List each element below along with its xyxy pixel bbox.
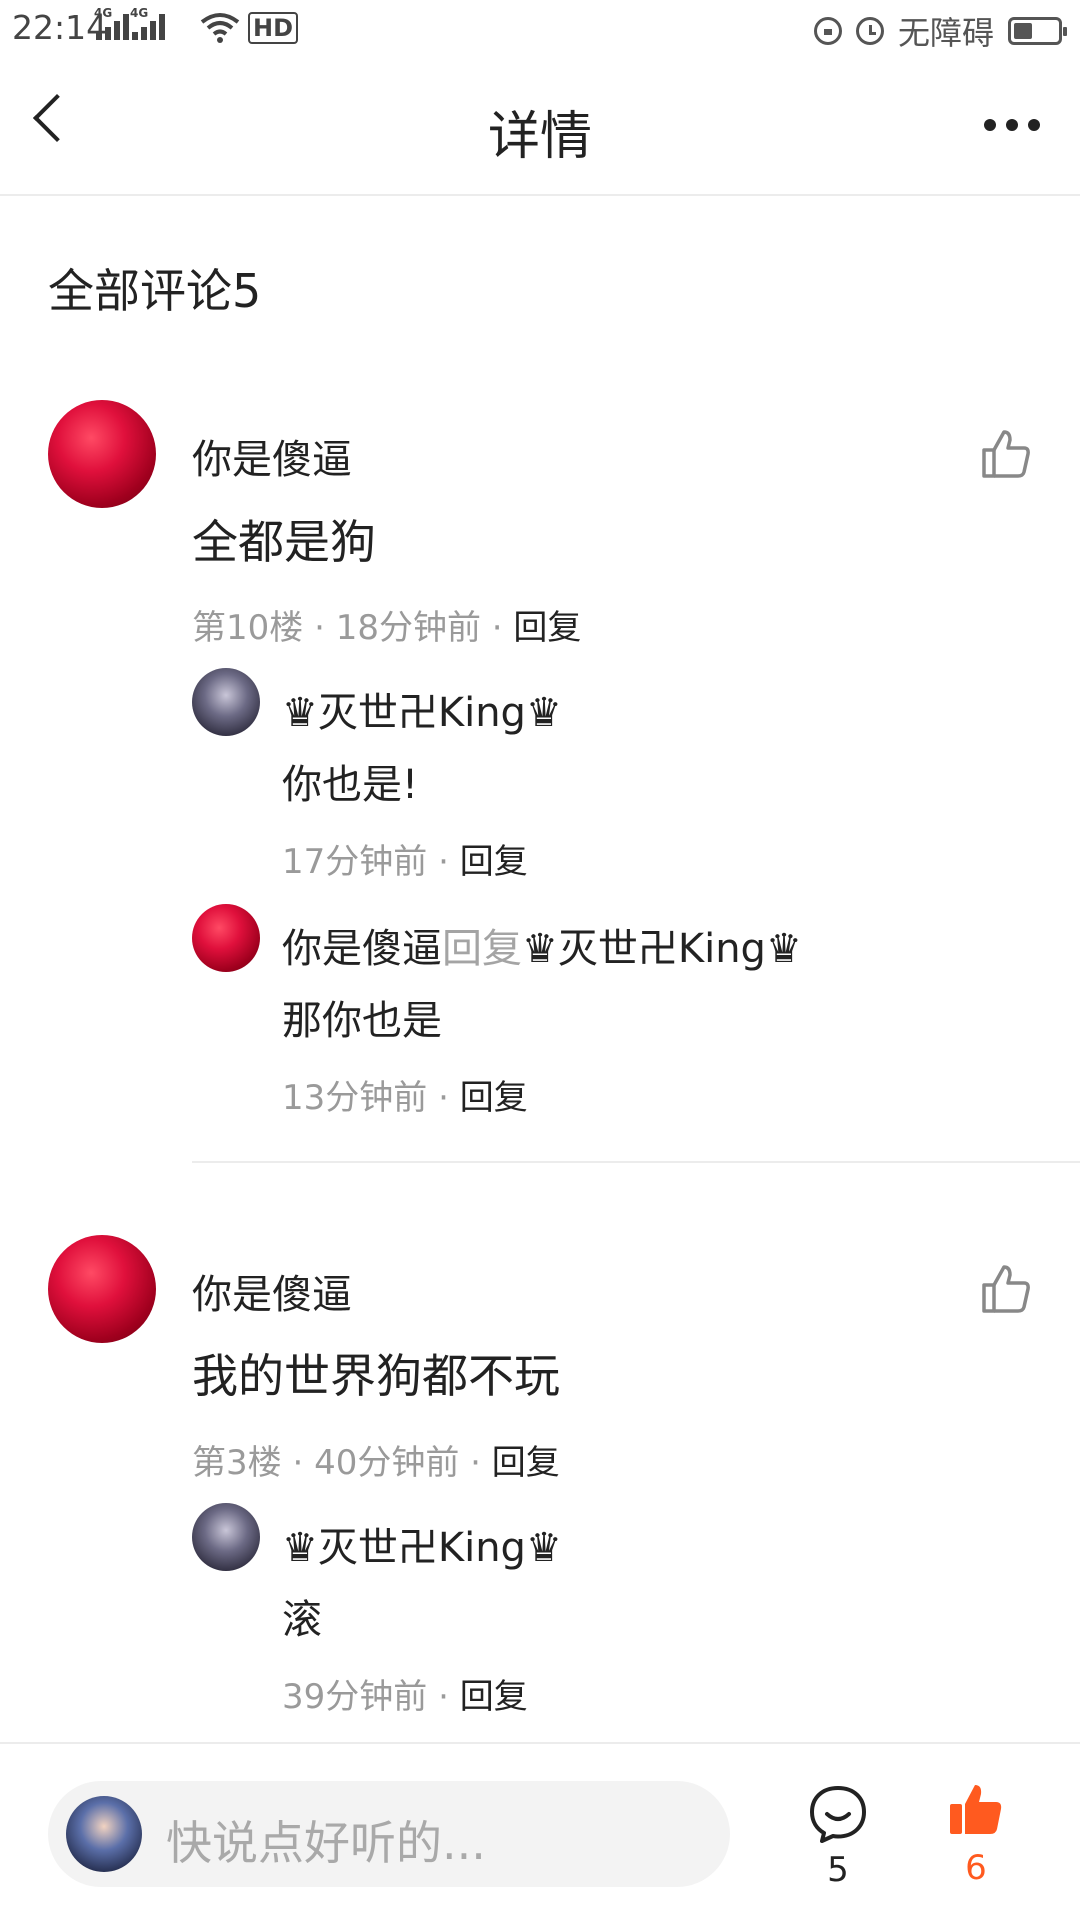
hd-icon: HD xyxy=(248,12,299,44)
reply-author[interactable]: ♛灭世卍King♛ xyxy=(282,1515,562,1573)
comment-input[interactable]: 快说点好听的... xyxy=(48,1781,730,1887)
signal-icon-2: 4G xyxy=(130,6,165,40)
reply-text: 你也是! xyxy=(282,762,419,808)
comment-author[interactable]: 你是傻逼 xyxy=(192,1262,352,1320)
reply-button[interactable]: 回复 xyxy=(460,1677,528,1717)
comment-text: 我的世界狗都不玩 xyxy=(192,1349,560,1403)
reply-time: 13分钟前 xyxy=(282,1078,428,1118)
reply-author[interactable]: ♛灭世卍King♛ xyxy=(282,680,562,738)
comment-time: 40分钟前 xyxy=(314,1443,460,1483)
avatar[interactable] xyxy=(48,1235,156,1343)
alarm-icon xyxy=(855,17,884,45)
page-title: 详情 xyxy=(487,107,592,167)
wifi-icon xyxy=(200,13,240,43)
comment-text: 全都是狗 xyxy=(192,515,376,569)
comment-bubble-icon[interactable] xyxy=(808,1784,868,1844)
thumbs-up-outline-icon[interactable] xyxy=(980,428,1032,480)
reply-button[interactable]: 回复 xyxy=(460,842,528,882)
lock-rotation-icon xyxy=(813,17,842,45)
comment-meta: 第10楼 · 18分钟前 · 回复 xyxy=(192,608,582,648)
comment-author[interactable]: 你是傻逼 xyxy=(192,427,352,485)
comment-divider xyxy=(192,1161,1080,1163)
avatar[interactable] xyxy=(192,668,260,736)
user-avatar xyxy=(66,1796,142,1872)
reply-meta: 17分钟前 · 回复 xyxy=(282,842,528,882)
floor-label: 第3楼 xyxy=(192,1443,282,1483)
status-time: 22:14 xyxy=(12,8,108,47)
reply-word: 回复 xyxy=(442,926,522,972)
thumbs-up-outline-icon[interactable] xyxy=(980,1263,1032,1315)
reply-author[interactable]: 你是傻逼 xyxy=(282,926,442,972)
avatar[interactable] xyxy=(192,1503,260,1571)
accessibility-label: 无障碍 xyxy=(897,14,994,52)
thumbs-up-filled-icon[interactable] xyxy=(948,1782,1004,1838)
battery-icon xyxy=(1008,17,1067,45)
status-right: 无障碍 xyxy=(813,8,1067,54)
reply-button[interactable]: 回复 xyxy=(460,1078,528,1118)
avatar[interactable] xyxy=(48,400,156,508)
like-count: 6 xyxy=(965,1848,987,1888)
top-nav: 详情 xyxy=(0,56,1080,196)
reply-button[interactable]: 回复 xyxy=(513,608,581,648)
comment-input-placeholder: 快说点好听的... xyxy=(166,1816,486,1870)
bottom-bar: 快说点好听的... 5 6 xyxy=(0,1742,1080,1920)
comment-time: 18分钟前 xyxy=(335,608,481,648)
avatar[interactable] xyxy=(192,904,260,972)
reply-time: 17分钟前 xyxy=(282,842,428,882)
floor-label: 第10楼 xyxy=(192,608,304,648)
comments-section-title: 全部评论5 xyxy=(48,264,262,318)
signal-icon: 4G xyxy=(94,6,129,40)
reply-text: 滚 xyxy=(282,1597,322,1643)
status-bar: 22:14 4G 4G HD 无障碍 xyxy=(0,0,1080,56)
reply-button[interactable]: 回复 xyxy=(492,1443,560,1483)
reply-author-line: 你是傻逼回复♛灭世卍King♛ xyxy=(282,916,802,974)
reply-meta: 13分钟前 · 回复 xyxy=(282,1078,528,1118)
reply-to-author[interactable]: ♛灭世卍King♛ xyxy=(522,926,802,972)
reply-text: 那你也是 xyxy=(282,998,442,1044)
more-icon[interactable] xyxy=(984,119,1040,131)
comment-meta: 第3楼 · 40分钟前 · 回复 xyxy=(192,1443,560,1483)
comment-count: 5 xyxy=(827,1850,849,1890)
reply-meta: 39分钟前 · 回复 xyxy=(282,1677,528,1717)
reply-time: 39分钟前 xyxy=(282,1677,428,1717)
